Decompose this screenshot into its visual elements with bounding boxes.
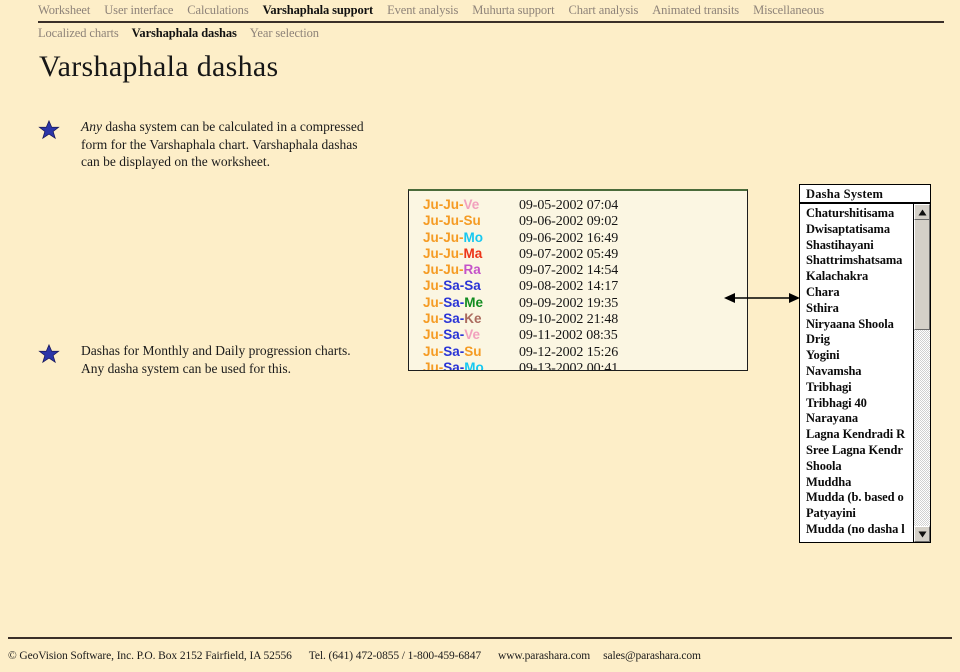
bullet-item: Any dasha system can be calculated in a …: [38, 118, 364, 171]
dasha-row: Ju-Ju-Ma 09-07-2002 05:49: [423, 246, 747, 262]
bullet-body: dasha system can be calculated in a comp…: [81, 119, 364, 169]
dasha-datetime: 09-08-2002 14:17: [519, 279, 619, 295]
list-item[interactable]: Kalachakra: [806, 269, 913, 285]
nav-item-user-interface[interactable]: User interface: [104, 3, 173, 18]
dasha-row: Ju-Sa-Me 09-09-2002 19:35: [423, 295, 747, 311]
dasha-system-list[interactable]: Chaturshitisama Dwisaptatisama Shastihayan…: [800, 204, 913, 538]
dasha-system-listbox[interactable]: Chaturshitisama Dwisaptatisama Shastihayan…: [799, 204, 931, 543]
dasha-label: Ju-Ju-Su: [423, 213, 481, 229]
footer-copyright: © GeoVision Software, Inc. P.O. Box 2152…: [8, 650, 292, 662]
dasha-datetime: 09-06-2002 09:02: [519, 214, 619, 230]
bullet-text: Any dasha system can be calculated in a …: [81, 118, 364, 171]
subnav-item-year-selection[interactable]: Year selection: [250, 26, 319, 41]
bullet-item: Dashas for Monthly and Daily progression…: [38, 342, 351, 377]
list-item[interactable]: Tribhagi: [806, 380, 913, 396]
scroll-up-button[interactable]: [914, 204, 930, 220]
dasha-output-panel: Ju-Ju-Ve 09-05-2002 07:04 Ju-Ju-Su 09-06-20…: [408, 189, 748, 371]
dasha-row: Ju-Ju-Mo 09-06-2002 16:49: [423, 230, 747, 246]
page-title: Varshaphala dashas: [39, 50, 279, 83]
dasha-row: Ju-Ju-Ra 09-07-2002 14:54: [423, 262, 747, 278]
list-item[interactable]: Chara: [806, 285, 913, 301]
dasha-datetime: 09-12-2002 15:26: [519, 344, 619, 360]
list-item[interactable]: Chaturshitisama: [806, 206, 913, 222]
list-item[interactable]: Tribhagi 40: [806, 396, 913, 412]
nav-item-chart-analysis[interactable]: Chart analysis: [568, 3, 638, 18]
dasha-datetime: 09-07-2002 14:54: [519, 263, 619, 279]
list-item[interactable]: Narayana: [806, 411, 913, 427]
dasha-label: Ju-Sa-Me: [423, 294, 484, 310]
dasha-label: Ju-Ju-Ra: [423, 262, 481, 278]
dasha-label: Ju-Ju-Ma: [423, 245, 483, 261]
dasha-row: Ju-Sa-Mo 09-13-2002 00:41: [423, 359, 747, 371]
dasha-label: Ju-Ju-Ve: [423, 197, 480, 212]
list-item[interactable]: Navamsha: [806, 364, 913, 380]
list-item[interactable]: Mudda (no dasha l: [806, 522, 913, 538]
dasha-label: Ju-Sa-Mo: [423, 359, 484, 371]
list-item[interactable]: Mudda (b. based o: [806, 490, 913, 506]
dasha-label: Ju-Sa-Su: [423, 343, 482, 359]
dasha-row: Ju-Ju-Ve 09-05-2002 07:04: [423, 197, 747, 213]
footer-divider: [8, 637, 952, 639]
dasha-datetime: 09-06-2002 16:49: [519, 230, 619, 246]
list-item[interactable]: Drig: [806, 332, 913, 348]
listbox-scrollbar[interactable]: [913, 204, 930, 542]
dasha-row: Ju-Sa-Su 09-12-2002 15:26: [423, 344, 747, 360]
footer-phone: Tel. (641) 472-0855 / 1-800-459-6847: [308, 650, 482, 662]
nav-item-event-analysis[interactable]: Event analysis: [387, 3, 458, 18]
dasha-datetime: 09-05-2002 07:04: [519, 198, 619, 213]
nav-item-worksheet[interactable]: Worksheet: [38, 3, 90, 18]
list-item[interactable]: Dwisaptatisama: [806, 222, 913, 238]
list-item[interactable]: Muddha: [806, 475, 913, 491]
list-item[interactable]: Shoola: [806, 459, 913, 475]
bullet-text: Dashas for Monthly and Daily progression…: [81, 342, 351, 377]
list-item[interactable]: Sree Lagna Kendr: [806, 443, 913, 459]
dasha-row: Ju-Sa-Ve 09-11-2002 08:35: [423, 327, 747, 343]
nav-item-miscellaneous[interactable]: Miscellaneous: [753, 3, 824, 18]
star-icon: [38, 343, 60, 365]
scrollbar-thumb[interactable]: [914, 204, 930, 330]
subnav-item-varshaphala-dashas[interactable]: Varshaphala dashas: [132, 26, 237, 41]
secondary-navigation: Localized charts Varshaphala dashas Year s…: [0, 24, 960, 43]
footer-email[interactable]: sales@parashara.com: [603, 650, 701, 662]
list-item[interactable]: Yogini: [806, 348, 913, 364]
dasha-label: Ju-Sa-Ve: [423, 327, 481, 343]
dasha-datetime: 09-07-2002 05:49: [519, 246, 619, 262]
list-item[interactable]: Shattrimshatsama: [806, 253, 913, 269]
nav-item-varshaphala-support[interactable]: Varshaphala support: [263, 3, 374, 18]
dasha-system-header: Dasha System: [799, 184, 931, 204]
scroll-down-button[interactable]: [914, 526, 930, 542]
double-headed-arrow-icon: [724, 290, 800, 306]
footer-website[interactable]: www.parashara.com: [498, 650, 590, 662]
nav-item-muhurta-support[interactable]: Muhurta support: [472, 3, 554, 18]
dasha-datetime: 09-11-2002 08:35: [519, 328, 618, 344]
dasha-datetime: 09-09-2002 19:35: [519, 295, 619, 311]
dasha-datetime: 09-13-2002 00:41: [519, 360, 619, 371]
footer: © GeoVision Software, Inc. P.O. Box 2152…: [8, 650, 952, 662]
list-item[interactable]: Niryaana Shoola: [806, 317, 913, 333]
bullet-body: Dashas for Monthly and Daily progression…: [81, 343, 351, 376]
dasha-system-panel: Dasha System Chaturshitisama Dwisaptatisa…: [799, 184, 931, 543]
nav-item-calculations[interactable]: Calculations: [187, 3, 248, 18]
dasha-row: Ju-Sa-Sa 09-08-2002 14:17: [423, 278, 747, 294]
star-icon: [38, 119, 60, 141]
list-item[interactable]: Lagna Kendradi R: [806, 427, 913, 443]
dasha-label: Ju-Sa-Ke: [423, 311, 482, 327]
subnav-item-localized-charts[interactable]: Localized charts: [38, 26, 119, 41]
list-item[interactable]: Sthira: [806, 301, 913, 317]
dasha-datetime: 09-10-2002 21:48: [519, 312, 619, 328]
list-item[interactable]: Shastihayani: [806, 238, 913, 254]
dasha-label: Ju-Ju-Mo: [423, 229, 484, 245]
primary-navigation: Worksheet User interface Calculations Varsh…: [0, 0, 960, 21]
dasha-label: Ju-Sa-Sa: [423, 278, 481, 294]
dasha-row: Ju-Ju-Su 09-06-2002 09:02: [423, 213, 747, 229]
dasha-row: Ju-Sa-Ke 09-10-2002 21:48: [423, 311, 747, 327]
nav-item-animated-transits[interactable]: Animated transits: [652, 3, 739, 18]
navigation-divider: [38, 21, 944, 23]
bullet-emphasis: Any: [81, 119, 102, 134]
list-item[interactable]: Patyayini: [806, 506, 913, 522]
